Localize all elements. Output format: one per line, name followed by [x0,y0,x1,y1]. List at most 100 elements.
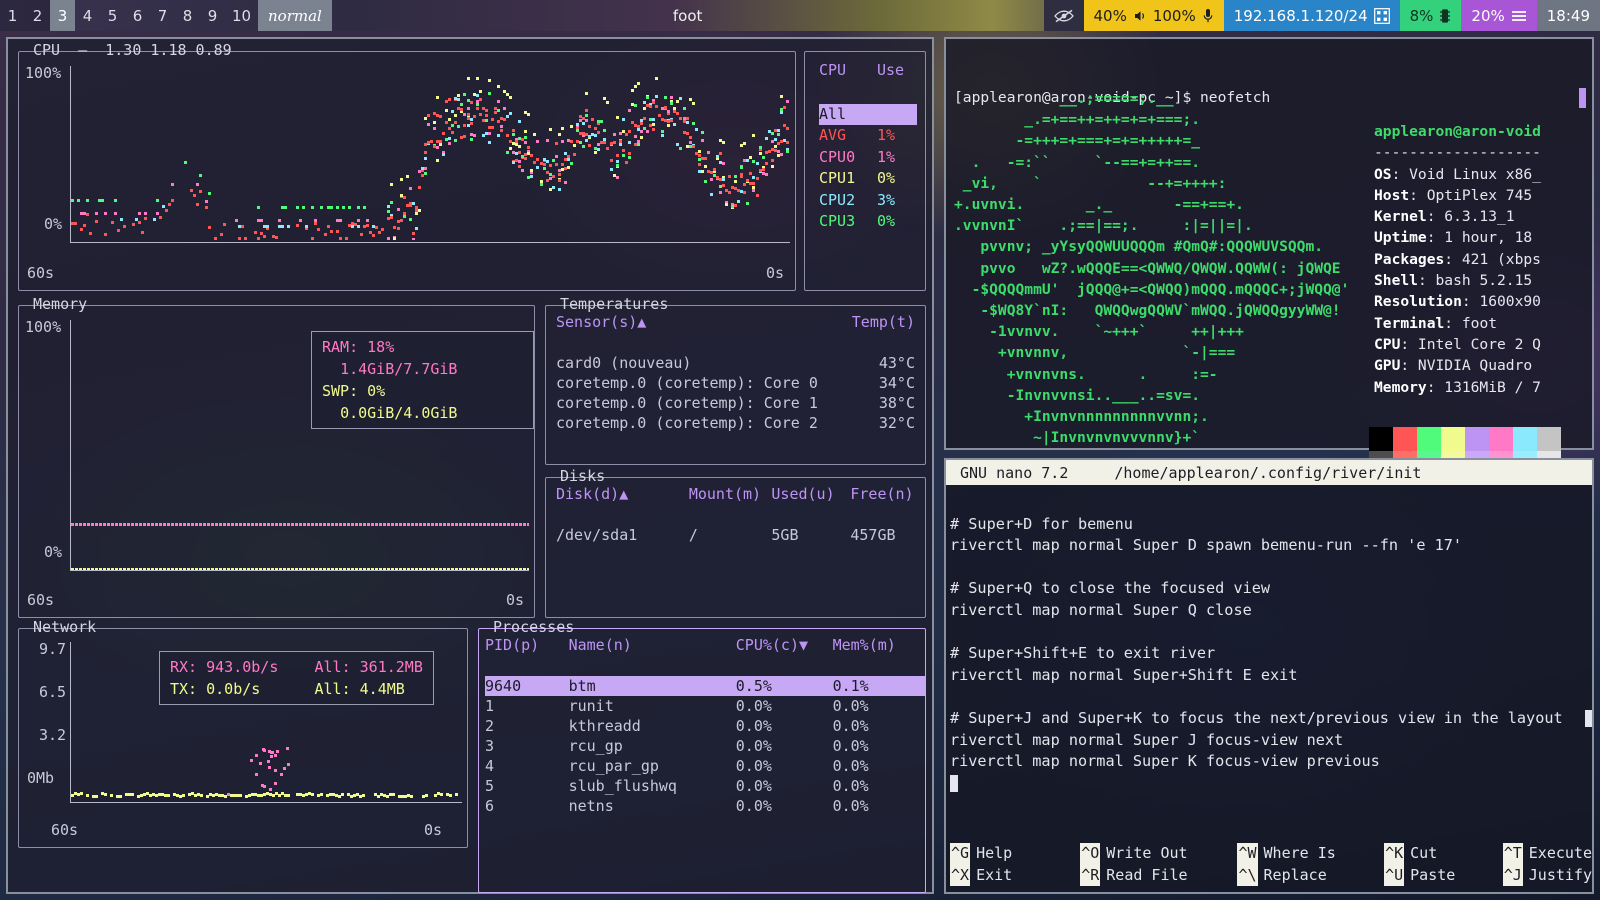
processes-panel[interactable]: Processes PID(p) Name(n) CPU%(c)▼ Mem%(m… [478,618,926,893]
memory-panel[interactable]: Memory 100% 0% RAM: 18% 1.4GiB/7.7GiB SW… [18,295,535,618]
tag-6[interactable]: 6 [125,0,150,31]
graph-point [427,568,430,570]
cpu-table-row[interactable]: CPU1 0% [819,168,917,190]
table-header-row: Disk(d)▲ Mount(m) Used(u) Free(n) [556,484,915,504]
graph-point [198,190,202,194]
volume-module[interactable]: 40% 100% [1083,0,1224,31]
memory-module[interactable]: 20% [1461,0,1537,31]
table-row[interactable]: 1 runit 0.0% 0.0% [485,696,925,716]
cpu-usage-table-panel[interactable]: CPU Use All AVG 1% CPU0 1% CPU1 0% CPU2 3% CPU3 0% [804,51,926,291]
nano-shortcut[interactable]: ^W Where Is [1237,843,1384,865]
cpu-table-row[interactable]: AVG 1% [819,125,917,147]
table-row[interactable]: card0 (nouveau) 43°C [556,353,915,373]
tag-8[interactable]: 8 [175,0,200,31]
pid-col-header[interactable]: PID(p) [485,635,569,655]
table-row[interactable]: coretemp.0 (coretemp): Core 1 38°C [556,393,915,413]
table-row[interactable]: 4 rcu_par_gp 0.0% 0.0% [485,756,925,776]
sensor-col-header[interactable]: Sensor(s)▲ [556,312,845,332]
mem-col-header[interactable]: Mem%(m) [833,635,925,655]
graph-point [603,137,607,141]
tag-3[interactable]: 3 [50,0,75,31]
cpu-module[interactable]: 8% [1399,0,1462,31]
free-col-header[interactable]: Free(n) [850,484,915,504]
graph-point [490,126,494,130]
graph-point [399,219,403,223]
btm-window[interactable]: CPU — 1.30 1.18 0.89 100% 0% 60s 0s CPU … [6,37,934,894]
table-row[interactable]: 9640 btm 0.5% 0.1% [485,676,925,696]
nano-line: riverctl map normal Super J focus-view n… [950,730,1344,749]
nano-editor-window[interactable]: GNU nano 7.2 /home/applearon/.config/riv… [944,458,1594,894]
table-row[interactable]: coretemp.0 (coretemp): Core 0 34°C [556,373,915,393]
mount-col-header[interactable]: Mount(m) [689,484,772,504]
graph-point [755,161,759,165]
graph-point [79,523,82,527]
network-panel[interactable]: Network 9.7 6.5 3.2 0Mb RX: 943.0b/s All… [18,618,468,848]
cpu-graph [71,68,789,240]
nano-shortcut-label: Exit [976,865,1013,884]
temp-col-header[interactable]: Temp(t) [845,312,915,332]
graph-point [227,523,230,527]
idle-inhibitor-module[interactable] [1043,0,1084,31]
nano-shortcut[interactable]: ^U Paste [1384,864,1503,886]
nano-shortcut[interactable]: ^T Execute [1502,843,1592,865]
cpu-usage-value: 8% [1409,6,1434,25]
cpu-col-header[interactable]: CPU%(c)▼ [736,635,833,655]
graph-point [481,134,485,138]
graph-point [266,759,270,763]
table-row[interactable]: /dev/sda1 / 5GB 457GB [556,525,915,545]
neofetch-entry-packages: Packages: 421 (xbps [1374,249,1541,270]
graph-point [451,568,454,570]
graph-point [137,220,141,224]
tag-1[interactable]: 1 [0,0,25,31]
graph-point [191,568,194,570]
graph-point [585,114,589,118]
graph-point [667,110,671,114]
graph-point [135,523,138,527]
tag-5[interactable]: 5 [100,0,125,31]
name-col-header[interactable]: Name(n) [569,635,736,655]
disks-panel[interactable]: Disks Disk(d)▲ Mount(m) Used(u) Free(n) … [545,467,926,618]
table-row[interactable]: 3 rcu_gp 0.0% 0.0% [485,736,925,756]
network-module[interactable]: 192.168.1.120/24 [1223,0,1400,31]
disk-col-header[interactable]: Disk(d)▲ [556,484,689,504]
table-row[interactable]: 5 slub_flushwq 0.0% 0.0% [485,776,925,796]
graph-point [475,523,478,527]
temperatures-panel[interactable]: Temperatures Sensor(s)▲ Temp(t) card0 (n… [545,295,926,465]
clock-module[interactable]: 18:49 [1536,0,1600,31]
table-row[interactable]: 2 kthreadd 0.0% 0.0% [485,716,925,736]
nano-text-area[interactable]: # Super+D for bemenu riverctl map normal … [946,492,1592,820]
graph-point [331,523,334,527]
table-row[interactable]: coretemp.0 (coretemp): Core 2 32°C [556,413,915,433]
tag-10[interactable]: 10 [225,0,258,31]
graph-point [676,100,680,104]
nano-shortcut[interactable]: ^\ Replace [1237,864,1384,886]
graph-point [338,236,342,240]
graph-point [165,209,169,213]
graph-point [183,568,186,570]
cpu-table-row[interactable]: CPU0 1% [819,147,917,169]
graph-point [256,205,260,209]
nano-shortcut[interactable]: ^G Help [950,843,1080,865]
nano-shortcut[interactable]: ^X Exit [950,864,1080,886]
graph-point [419,568,422,570]
tag-2[interactable]: 2 [25,0,50,31]
graph-point [195,183,199,187]
cpu-table-row[interactable]: All [819,103,917,125]
tag-9[interactable]: 9 [200,0,225,31]
neofetch-terminal-window[interactable]: [applearon@aron-void-pc ~]$ neofetch __.… [944,37,1594,475]
process-pid: 5 [485,777,495,795]
tag-4[interactable]: 4 [75,0,100,31]
cpu-table-row[interactable]: CPU2 3% [819,190,917,212]
nano-shortcut[interactable]: ^O Write Out [1080,843,1237,865]
nano-shortcut[interactable]: ^K Cut [1384,843,1503,865]
nano-shortcut[interactable]: ^J Justify [1502,864,1592,886]
sensor-name: coretemp.0 (coretemp): Core 2 [556,414,818,432]
cpu-table-row[interactable]: CPU3 0% [819,211,917,233]
tag-7[interactable]: 7 [150,0,175,31]
table-row[interactable]: 6 netns 0.0% 0.0% [485,796,925,816]
graph-point [291,523,294,527]
graph-point [560,127,564,131]
used-col-header[interactable]: Used(u) [771,484,850,504]
nano-shortcut[interactable]: ^R Read File [1080,864,1237,886]
cpu-panel[interactable]: CPU — 1.30 1.18 0.89 100% 0% 60s 0s [18,41,796,291]
